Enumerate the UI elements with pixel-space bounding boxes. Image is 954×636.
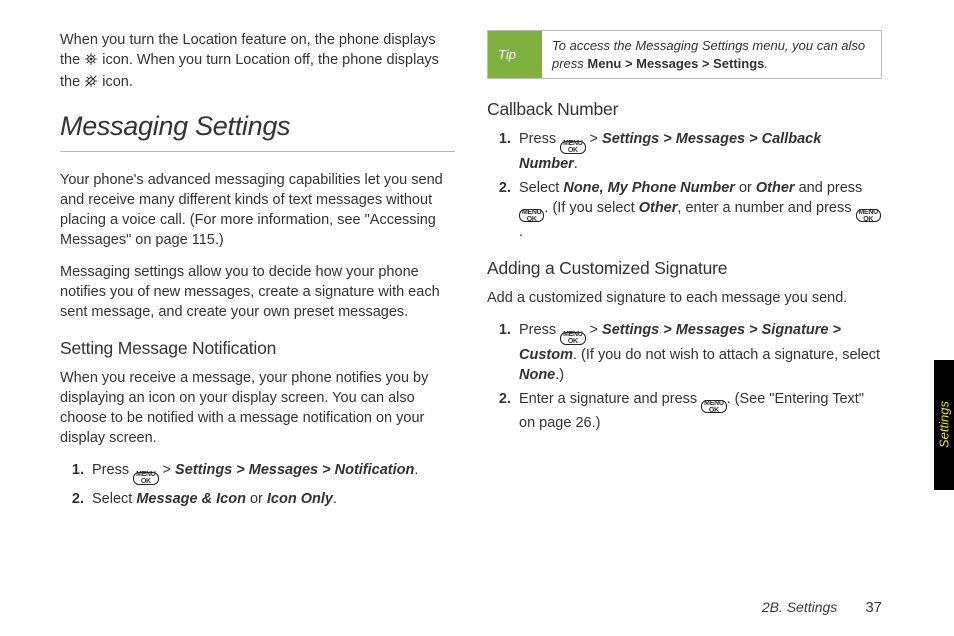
location-off-icon xyxy=(84,74,98,94)
notification-body: When you receive a message, your phone n… xyxy=(60,368,455,448)
step-item: Select Message & Icon or Icon Only. xyxy=(88,489,455,509)
step-item: Select None, My Phone Number or Other an… xyxy=(515,178,882,243)
callback-steps: Press MENU OK > Settings > Messages > Ca… xyxy=(487,129,882,242)
section-para-2: Messaging settings allow you to decide h… xyxy=(60,262,455,322)
step-item: Press MENU OK > Settings > Messages > No… xyxy=(88,460,455,485)
page-footer: 2B. Settings 37 xyxy=(762,599,882,616)
footer-section: 2B. Settings xyxy=(762,599,838,615)
nav-path: Settings > Messages > Notification xyxy=(175,462,414,478)
menu-ok-key-icon: MENU OK xyxy=(560,332,585,345)
section-rule xyxy=(60,151,455,152)
location-on-icon xyxy=(84,52,98,72)
page-number: 37 xyxy=(865,599,882,616)
side-tab: Settings xyxy=(934,360,954,490)
intro-paragraph: When you turn the Location feature on, t… xyxy=(60,30,455,94)
signature-steps: Press MENU OK > Settings > Messages > Si… xyxy=(487,320,882,433)
menu-ok-key-icon: MENU OK xyxy=(519,209,544,222)
tip-body: To access the Messaging Settings menu, y… xyxy=(542,31,881,78)
left-column: When you turn the Location feature on, t… xyxy=(60,30,455,523)
menu-ok-key-icon: MENU OK xyxy=(701,400,726,413)
menu-ok-key-icon: MENU OK xyxy=(560,141,585,154)
right-column: Tip To access the Messaging Settings men… xyxy=(487,30,882,523)
page: When you turn the Location feature on, t… xyxy=(0,0,954,553)
intro-text-3: icon. xyxy=(102,74,133,90)
tip-box: Tip To access the Messaging Settings men… xyxy=(487,30,882,79)
subheading-callback: Callback Number xyxy=(487,97,882,121)
section-heading: Messaging Settings xyxy=(60,108,455,145)
signature-intro: Add a customized signature to each messa… xyxy=(487,288,882,308)
step-item: Enter a signature and press MENU OK. (Se… xyxy=(515,389,882,434)
notification-steps: Press MENU OK > Settings > Messages > No… xyxy=(60,460,455,509)
step-item: Press MENU OK > Settings > Messages > Ca… xyxy=(515,129,882,174)
step-item: Press MENU OK > Settings > Messages > Si… xyxy=(515,320,882,385)
section-para-1: Your phone's advanced messaging capabili… xyxy=(60,170,455,250)
menu-ok-key-icon: MENU OK xyxy=(856,209,881,222)
subheading-notification: Setting Message Notification xyxy=(60,336,455,360)
step-text: Press xyxy=(92,462,133,478)
menu-ok-key-icon: MENU OK xyxy=(133,472,158,485)
subheading-signature: Adding a Customized Signature xyxy=(487,256,882,280)
tip-label: Tip xyxy=(488,31,542,78)
